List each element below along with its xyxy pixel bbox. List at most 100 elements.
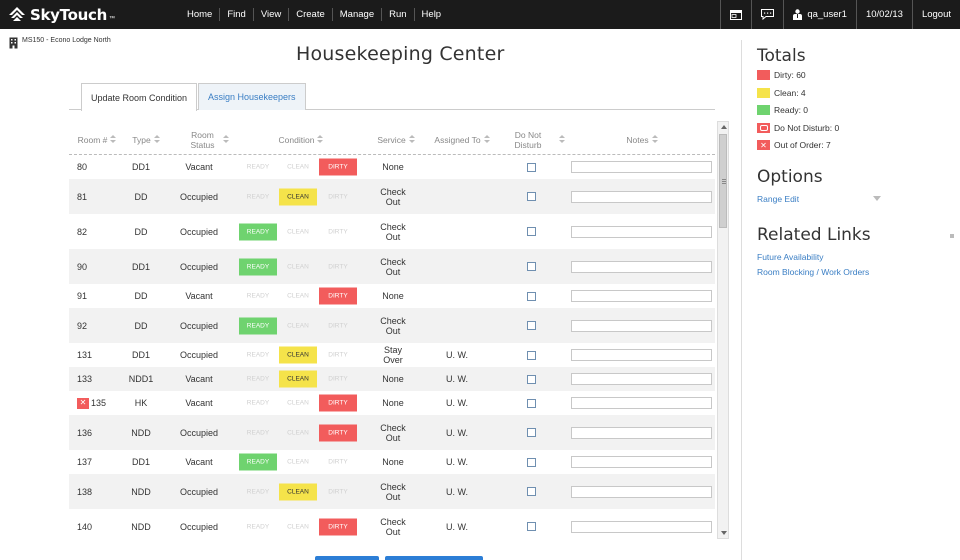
condition-dirty-button[interactable]: DIRTY bbox=[319, 317, 357, 334]
header-assigned-to[interactable]: Assigned To bbox=[427, 124, 497, 155]
bottom-button-2[interactable] bbox=[385, 556, 483, 560]
do-not-disturb-checkbox[interactable] bbox=[526, 374, 536, 384]
nav-find[interactable]: Find bbox=[220, 8, 254, 21]
notes-input[interactable] bbox=[571, 373, 712, 385]
condition-dirty-button[interactable]: DIRTY bbox=[319, 223, 357, 240]
do-not-disturb-checkbox[interactable] bbox=[526, 398, 536, 408]
notes-input[interactable] bbox=[571, 190, 712, 203]
do-not-disturb-checkbox[interactable] bbox=[526, 457, 536, 467]
condition-dirty-button[interactable]: DIRTY bbox=[319, 518, 357, 535]
condition-dirty-button[interactable]: DIRTY bbox=[319, 394, 357, 412]
condition-clean-button[interactable]: CLEAN bbox=[279, 424, 317, 441]
header-type[interactable]: Type bbox=[126, 124, 166, 155]
room-blocking-link[interactable]: Room Blocking / Work Orders bbox=[757, 267, 869, 277]
bottom-button-1[interactable] bbox=[315, 556, 379, 560]
condition-dirty-button[interactable]: DIRTY bbox=[319, 158, 357, 176]
condition-ready-button[interactable]: READY bbox=[239, 258, 277, 275]
notes-input[interactable] bbox=[571, 225, 712, 238]
do-not-disturb-checkbox[interactable] bbox=[526, 291, 536, 301]
condition-clean-button[interactable]: CLEAN bbox=[279, 223, 317, 240]
notes-input[interactable] bbox=[571, 456, 712, 468]
notes-input[interactable] bbox=[571, 426, 712, 439]
header-service[interactable]: Service bbox=[371, 124, 421, 155]
user-account[interactable]: qa_user1 bbox=[783, 0, 856, 29]
condition-clean-button[interactable]: CLEAN bbox=[279, 483, 317, 500]
chat-button[interactable] bbox=[751, 0, 783, 29]
header-room-status[interactable]: Room Status bbox=[177, 124, 237, 155]
tab-bar: Update Room Condition Assign Housekeeper… bbox=[69, 83, 715, 111]
condition-dirty-button[interactable]: DIRTY bbox=[319, 483, 357, 500]
condition-dirty-button[interactable]: DIRTY bbox=[319, 258, 357, 275]
condition-clean-button[interactable]: CLEAN bbox=[279, 288, 317, 305]
header-room[interactable]: Room # bbox=[73, 124, 121, 155]
do-not-disturb-checkbox[interactable] bbox=[526, 522, 536, 531]
nav-help[interactable]: Help bbox=[415, 8, 449, 21]
do-not-disturb-checkbox[interactable] bbox=[526, 321, 536, 330]
condition-dirty-button[interactable]: DIRTY bbox=[319, 424, 357, 441]
condition-ready-button[interactable]: READY bbox=[239, 223, 277, 240]
condition-clean-button[interactable]: CLEAN bbox=[279, 346, 317, 364]
table-scrollbar[interactable] bbox=[717, 121, 729, 539]
scroll-up-icon[interactable] bbox=[721, 125, 727, 129]
logout-button[interactable]: Logout bbox=[911, 0, 960, 29]
range-edit-link[interactable]: Range Edit bbox=[757, 194, 799, 204]
condition-ready-button[interactable]: READY bbox=[239, 371, 277, 388]
nav-manage[interactable]: Manage bbox=[333, 8, 383, 21]
notes-input[interactable] bbox=[571, 485, 712, 498]
notes-input[interactable] bbox=[571, 319, 712, 332]
notes-input[interactable] bbox=[571, 161, 712, 173]
property-label: MS150 - Econo Lodge North bbox=[9, 37, 111, 49]
condition-ready-button[interactable]: READY bbox=[239, 395, 277, 412]
window-button[interactable] bbox=[720, 0, 751, 29]
condition-clean-button[interactable]: CLEAN bbox=[279, 159, 317, 176]
condition-clean-button[interactable]: CLEAN bbox=[279, 370, 317, 388]
future-availability-link[interactable]: Future Availability bbox=[757, 252, 823, 262]
nav-home[interactable]: Home bbox=[180, 8, 221, 21]
condition-dirty-button[interactable]: DIRTY bbox=[319, 188, 357, 205]
condition-clean-button[interactable]: CLEAN bbox=[279, 454, 317, 471]
do-not-disturb-checkbox[interactable] bbox=[526, 262, 536, 271]
header-notes[interactable]: Notes bbox=[619, 124, 665, 155]
condition-clean-button[interactable]: CLEAN bbox=[279, 258, 317, 275]
condition-dirty-button[interactable]: DIRTY bbox=[319, 287, 357, 305]
condition-ready-button[interactable]: READY bbox=[239, 159, 277, 176]
nav-run[interactable]: Run bbox=[382, 8, 415, 21]
do-not-disturb-checkbox[interactable] bbox=[526, 227, 536, 236]
condition-clean-button[interactable]: CLEAN bbox=[279, 188, 317, 205]
condition-ready-button[interactable]: READY bbox=[239, 288, 277, 305]
notes-input[interactable] bbox=[571, 520, 712, 533]
skytouch-logo[interactable]: SkyTouch ™ bbox=[8, 4, 115, 26]
tab-assign-housekeepers[interactable]: Assign Housekeepers bbox=[198, 83, 306, 110]
condition-ready-button[interactable]: READY bbox=[239, 347, 277, 364]
condition-clean-button[interactable]: CLEAN bbox=[279, 317, 317, 334]
condition-ready-button[interactable]: READY bbox=[239, 188, 277, 205]
do-not-disturb-checkbox[interactable] bbox=[526, 162, 536, 172]
notes-input[interactable] bbox=[571, 349, 712, 361]
notes-input[interactable] bbox=[571, 260, 712, 273]
do-not-disturb-cell bbox=[509, 179, 553, 214]
condition-ready-button[interactable]: READY bbox=[239, 424, 277, 441]
condition-ready-button[interactable]: READY bbox=[239, 317, 277, 334]
condition-dirty-button[interactable]: DIRTY bbox=[319, 347, 357, 364]
header-do-not-disturb[interactable]: Do Not Disturb bbox=[507, 124, 569, 155]
nav-create[interactable]: Create bbox=[289, 8, 333, 21]
notes-input[interactable] bbox=[571, 397, 712, 409]
scrollbar-thumb[interactable] bbox=[719, 134, 727, 228]
do-not-disturb-checkbox[interactable] bbox=[526, 487, 536, 496]
nav-view[interactable]: View bbox=[254, 8, 290, 21]
condition-ready-button[interactable]: READY bbox=[239, 483, 277, 500]
notes-input[interactable] bbox=[571, 290, 712, 302]
scroll-down-icon[interactable] bbox=[721, 531, 727, 535]
options-dropdown-icon[interactable] bbox=[873, 196, 881, 201]
condition-dirty-button[interactable]: DIRTY bbox=[319, 454, 357, 471]
do-not-disturb-checkbox[interactable] bbox=[526, 192, 536, 201]
condition-clean-button[interactable]: CLEAN bbox=[279, 395, 317, 412]
condition-clean-button[interactable]: CLEAN bbox=[279, 518, 317, 535]
condition-ready-button[interactable]: READY bbox=[239, 453, 277, 471]
do-not-disturb-checkbox[interactable] bbox=[526, 428, 536, 437]
condition-dirty-button[interactable]: DIRTY bbox=[319, 371, 357, 388]
header-condition[interactable]: Condition bbox=[269, 124, 333, 155]
condition-ready-button[interactable]: READY bbox=[239, 518, 277, 535]
do-not-disturb-checkbox[interactable] bbox=[526, 350, 536, 360]
tab-update-room-condition[interactable]: Update Room Condition bbox=[81, 83, 198, 111]
